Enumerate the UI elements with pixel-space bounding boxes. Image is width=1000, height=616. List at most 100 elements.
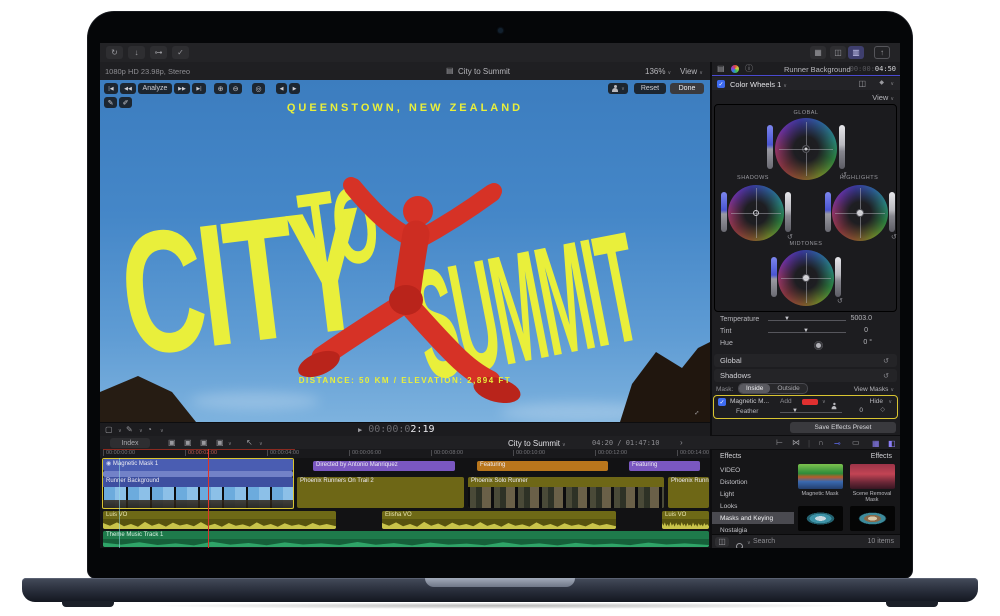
tint-value[interactable]: 0 bbox=[864, 327, 868, 334]
clip-featuring-2[interactable]: Featuring bbox=[629, 461, 700, 471]
shadows-brightness-slider[interactable] bbox=[721, 192, 727, 232]
effect-thumb-magnetic-mask[interactable] bbox=[798, 464, 843, 489]
keying-button[interactable]: ⊶ bbox=[150, 46, 167, 59]
color-inspector-icon[interactable] bbox=[731, 65, 739, 73]
next-button[interactable]: ▶▶ bbox=[174, 83, 190, 94]
effect-thumb-4[interactable] bbox=[850, 506, 895, 531]
go-to-start-button[interactable]: |◀ bbox=[104, 83, 118, 94]
append-clip-icon[interactable]: ▣ bbox=[200, 439, 208, 447]
midtones-saturation-slider[interactable] bbox=[835, 257, 841, 297]
feather-track[interactable] bbox=[780, 412, 842, 413]
category-distortion[interactable]: Distortion bbox=[712, 476, 794, 488]
highlights-saturation-slider[interactable] bbox=[889, 192, 895, 232]
category-looks[interactable]: Looks bbox=[712, 500, 794, 512]
fullscreen-button[interactable]: ↔ bbox=[690, 407, 703, 418]
background-tasks-button[interactable]: ✓ bbox=[172, 46, 189, 59]
retime-menu-icon[interactable]: ◔ bbox=[147, 426, 152, 434]
prev-frame-button[interactable]: ◀ bbox=[276, 83, 287, 94]
mask-inside-button[interactable]: Inside bbox=[739, 384, 770, 393]
pointer-tool-icon[interactable]: ↖ bbox=[246, 439, 253, 447]
timeline-ruler[interactable]: 00:00:00:00 00:00:02:00 00:00:04:00 00:0… bbox=[100, 449, 710, 458]
midtones-color-wheel[interactable] bbox=[778, 250, 834, 306]
trim-icon[interactable]: ⊢ bbox=[776, 439, 783, 447]
effect-thumb-scene-removal[interactable] bbox=[850, 464, 895, 489]
feather-value[interactable]: 0 bbox=[859, 407, 863, 414]
transitions-browser-icon[interactable]: ◧ bbox=[888, 439, 896, 448]
clip-luis-vo-b[interactable]: Luis VO bbox=[662, 511, 709, 529]
effect-thumb-3[interactable] bbox=[798, 506, 843, 531]
section-shadows[interactable]: Shadows↺ bbox=[714, 369, 897, 382]
play-icon[interactable]: ▶ bbox=[358, 426, 362, 434]
subject-person-icon[interactable] bbox=[831, 403, 837, 409]
mask-hide-menu[interactable]: Hide bbox=[870, 398, 883, 405]
shadows-saturation-slider[interactable] bbox=[785, 192, 791, 232]
viewer-canvas[interactable]: CITY TO SUMMIT bbox=[100, 80, 710, 422]
tint-thumb[interactable]: ▼ bbox=[803, 328, 809, 334]
zoom-in-button[interactable]: ⊕ bbox=[214, 83, 227, 94]
effects-browser-icon[interactable]: ▦ bbox=[872, 439, 880, 448]
import-button[interactable]: ↓ bbox=[128, 46, 145, 59]
compare-icon[interactable]: ◫ bbox=[858, 80, 866, 88]
inspector-toggle-button[interactable]: ▥ bbox=[848, 46, 864, 59]
previous-button[interactable]: ◀◀ bbox=[120, 83, 136, 94]
temperature-value[interactable]: 5003.0 bbox=[851, 315, 872, 322]
chevron-down-icon[interactable]: ∨ bbox=[747, 540, 751, 546]
global-section-reset-icon[interactable]: ↺ bbox=[883, 357, 889, 365]
magnetic-mask-item[interactable]: ✓ Magnetic M... Add ∨ Hide ∨ Feather ▼ 0… bbox=[713, 395, 898, 419]
zoom-level-menu[interactable]: 136%∨ bbox=[645, 67, 671, 76]
shadows-reset-icon[interactable]: ↺ bbox=[787, 233, 793, 241]
done-button[interactable]: Done bbox=[670, 83, 704, 94]
feather-thumb[interactable]: ▼ bbox=[792, 408, 798, 414]
feather-keyframe-icon[interactable]: ◇ bbox=[880, 407, 885, 413]
effect-row[interactable]: ✓ Color Wheels 1∨ ◫ ◆ ∨ bbox=[712, 77, 900, 90]
midtones-reset-icon[interactable]: ↺ bbox=[837, 297, 843, 305]
chevron-down-icon[interactable]: ∨ bbox=[888, 399, 892, 405]
clip-magnetic-mask[interactable]: ◉ Magnetic Mask 1 bbox=[103, 459, 293, 471]
clip-phoenix-solo[interactable]: Phoenix Solo Runner bbox=[468, 477, 664, 508]
effect-enable-checkbox[interactable]: ✓ bbox=[717, 80, 725, 88]
reset-button[interactable]: Reset bbox=[634, 83, 666, 94]
share-button[interactable]: ↑ bbox=[874, 46, 890, 59]
snapping-icon[interactable]: ▭ bbox=[852, 439, 860, 447]
highlights-reset-icon[interactable]: ↺ bbox=[891, 233, 897, 241]
chevron-right-icon[interactable]: › bbox=[680, 438, 683, 447]
mask-add-label[interactable]: Add bbox=[780, 398, 792, 405]
browser-toggle-button[interactable]: ▦ bbox=[810, 46, 826, 59]
chevron-down-icon[interactable]: ∨ bbox=[822, 399, 826, 405]
audio-crossfade-icon[interactable]: ⋈ bbox=[792, 439, 800, 447]
clip-theme-music[interactable]: Theme Music Track 1 bbox=[103, 531, 709, 547]
mask-draw-button[interactable]: ✎ bbox=[104, 97, 117, 108]
audio-monitor-icon[interactable]: ∩ bbox=[818, 439, 824, 447]
section-global[interactable]: Global↺ bbox=[714, 354, 897, 367]
search-input[interactable]: Search bbox=[753, 538, 775, 545]
clip-directed-by[interactable]: Directed by Antonio Manriquez bbox=[313, 461, 455, 471]
mask-enable-checkbox[interactable]: ✓ bbox=[718, 398, 726, 406]
insert-clip-icon[interactable]: ▣ bbox=[184, 439, 192, 447]
overwrite-clip-icon[interactable]: ▣ bbox=[216, 439, 224, 447]
target-button[interactable]: ◎ bbox=[252, 83, 265, 94]
thumbnail-view-button[interactable]: ◫ bbox=[715, 537, 729, 547]
keyframe-icon[interactable]: ◆ bbox=[879, 80, 884, 86]
mask-outside-button[interactable]: Outside bbox=[770, 384, 806, 393]
hue-knob[interactable] bbox=[814, 341, 823, 350]
temperature-track[interactable] bbox=[768, 320, 846, 321]
midtones-brightness-slider[interactable] bbox=[771, 257, 777, 297]
timeline-toggle-button[interactable]: ◫ bbox=[830, 46, 846, 59]
playhead[interactable] bbox=[208, 449, 209, 548]
canvas-menu-icon[interactable]: ▢ bbox=[105, 426, 113, 434]
wheels-view-menu[interactable]: View∨ bbox=[872, 93, 894, 102]
go-to-end-button[interactable]: ▶| bbox=[192, 83, 206, 94]
global-saturation-slider[interactable] bbox=[839, 125, 845, 169]
clip-runner-background[interactable]: Runner Background bbox=[103, 477, 293, 508]
clip-elisha-vo[interactable]: Elisha VO bbox=[382, 511, 616, 529]
face-tracking-button[interactable]: ∨ bbox=[608, 83, 628, 94]
clip-phoenix-trail-b[interactable]: Phoenix Runners On Trail 2 bbox=[668, 477, 709, 508]
category-masks-and-keying[interactable]: Masks and Keying bbox=[712, 512, 794, 524]
shadows-color-wheel[interactable] bbox=[728, 185, 784, 241]
clip-featuring-1[interactable]: Featuring bbox=[477, 461, 608, 471]
index-button[interactable]: Index bbox=[110, 438, 150, 448]
view-masks-menu[interactable]: View Masks∨ bbox=[854, 386, 894, 393]
viewer-view-menu[interactable]: View∨ bbox=[680, 67, 703, 76]
skimming-icon[interactable]: ⊸ bbox=[834, 439, 841, 448]
global-color-wheel[interactable] bbox=[775, 118, 837, 180]
